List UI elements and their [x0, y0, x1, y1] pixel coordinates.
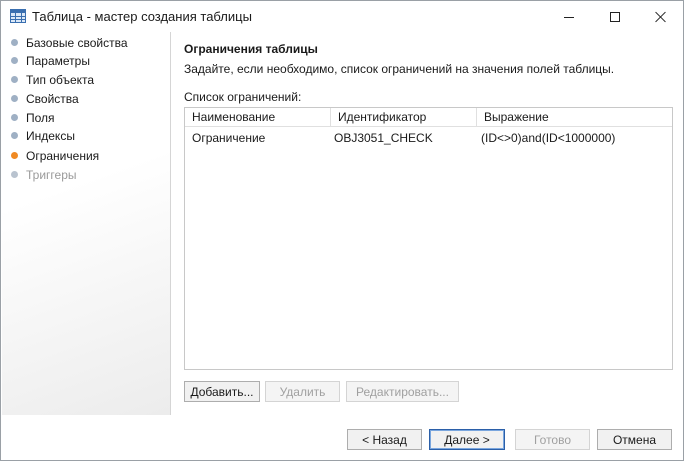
step-dot-icon — [11, 114, 18, 121]
maximize-icon — [610, 12, 620, 22]
minimize-button[interactable] — [546, 1, 592, 33]
step-fields[interactable]: Поля — [2, 108, 170, 127]
step-active-dot-icon — [11, 152, 18, 159]
page-description: Задайте, если необходимо, список огранич… — [184, 62, 615, 76]
close-icon — [655, 11, 667, 23]
step-dot-icon — [11, 39, 18, 46]
table-icon — [10, 9, 26, 23]
column-header-expression[interactable]: Выражение — [477, 108, 672, 127]
wizard-steps-sidebar: Базовые свойства Параметры Тип объекта С… — [2, 32, 171, 415]
close-button[interactable] — [638, 1, 684, 33]
constraints-list-label: Список ограничений: — [184, 90, 302, 104]
wizard-window: Таблица - мастер создания таблицы Базовы… — [0, 0, 684, 461]
step-object-type[interactable]: Тип объекта — [2, 70, 170, 89]
cell-identifier: OBJ3051_CHECK — [334, 131, 433, 145]
step-dot-icon — [11, 76, 18, 83]
cell-name: Ограничение — [192, 131, 266, 145]
step-dot-icon — [11, 57, 18, 64]
table-header: Наименование Идентификатор Выражение — [185, 108, 672, 127]
step-dot-icon — [11, 132, 18, 139]
cell-expression: (ID<>0)and(ID<1000000) — [481, 131, 616, 145]
window-title: Таблица - мастер создания таблицы — [32, 9, 252, 24]
step-label: Свойства — [26, 91, 79, 106]
step-indexes[interactable]: Индексы — [2, 126, 170, 145]
page-title: Ограничения таблицы — [184, 42, 318, 56]
title-bar: Таблица - мастер создания таблицы — [1, 1, 683, 33]
step-dot-icon — [11, 171, 18, 178]
add-constraint-button[interactable]: Добавить... — [184, 381, 260, 402]
back-button[interactable]: < Назад — [347, 429, 422, 450]
next-button[interactable]: Далее > — [429, 429, 505, 450]
step-label: Тип объекта — [26, 72, 95, 87]
step-label: Триггеры — [26, 167, 77, 182]
minimize-icon — [564, 16, 574, 18]
step-constraints[interactable]: Ограничения — [2, 146, 170, 165]
step-properties[interactable]: Свойства — [2, 89, 170, 108]
edit-constraint-button[interactable]: Редактировать... — [346, 381, 459, 402]
step-triggers: Триггеры — [2, 165, 170, 184]
step-label: Поля — [26, 110, 55, 125]
step-label: Базовые свойства — [26, 35, 128, 50]
step-label: Ограничения — [26, 148, 100, 163]
step-base-properties[interactable]: Базовые свойства — [2, 33, 170, 52]
step-dot-icon — [11, 95, 18, 102]
column-header-identifier[interactable]: Идентификатор — [331, 108, 477, 127]
column-header-name[interactable]: Наименование — [185, 108, 331, 127]
table-row[interactable]: Ограничение OBJ3051_CHECK (ID<>0)and(ID<… — [185, 128, 672, 148]
delete-constraint-button[interactable]: Удалить — [265, 381, 340, 402]
step-label: Параметры — [26, 53, 90, 68]
finish-button[interactable]: Готово — [515, 429, 590, 450]
maximize-button[interactable] — [592, 1, 638, 33]
step-parameters[interactable]: Параметры — [2, 51, 170, 70]
step-label: Индексы — [26, 128, 75, 143]
cancel-button[interactable]: Отмена — [597, 429, 672, 450]
constraints-table[interactable]: Наименование Идентификатор Выражение Огр… — [184, 107, 673, 370]
